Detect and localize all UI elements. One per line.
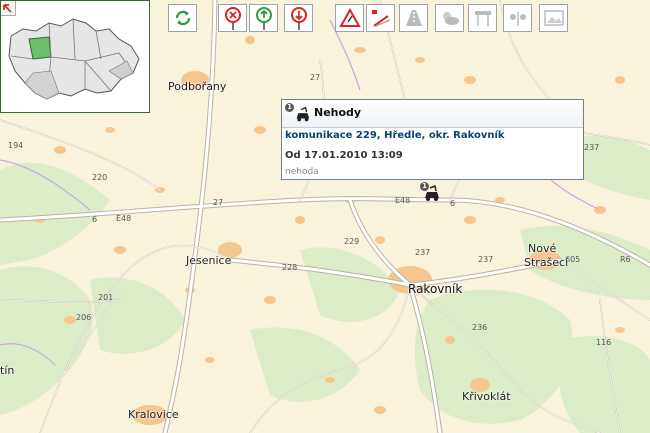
road-label-6-west: 6 — [92, 215, 97, 224]
collapse-arrow-icon — [3, 4, 12, 13]
road-label-r6: R6 — [620, 255, 631, 264]
town-label-jesenice: Jesenice — [186, 254, 232, 267]
warning-layer-button[interactable] — [335, 4, 364, 32]
restriction-marker-icon — [290, 7, 307, 30]
info-layer-button[interactable] — [249, 4, 278, 32]
warning-sign-icon — [338, 8, 361, 27]
road-label-228: 228 — [282, 263, 297, 272]
town-label-nove: Nové — [528, 242, 557, 255]
road-label-237c: 237 — [415, 248, 430, 257]
camera-image-icon — [543, 10, 564, 26]
town-label-podborany: Podbořany — [168, 80, 227, 93]
selected-region[interactable] — [28, 36, 52, 60]
town-label-kralovice: Kralovice — [128, 408, 179, 421]
info-marker-icon — [255, 7, 272, 30]
town-label-straseci: Strašecí — [524, 256, 569, 269]
town-label-rakovnik: Rakovník — [408, 282, 463, 296]
road-label-201: 201 — [98, 293, 113, 302]
road-condition-layer-button[interactable] — [399, 4, 428, 32]
roadwork-icon — [371, 10, 390, 27]
road-label-116: 116 — [596, 338, 611, 347]
popup-header: 1 Nehody — [282, 100, 583, 128]
accident-icon — [296, 106, 310, 122]
road-label-6-east: 6 — [450, 199, 455, 208]
road-condition-icon — [405, 10, 422, 26]
town-label-tin: tín — [0, 364, 15, 377]
road-label-e48-east: E48 — [395, 196, 410, 205]
incident-popup[interactable]: 1 Nehody komunikace 229, Hředle, okr. Ra… — [281, 99, 584, 180]
road-label-236: 236 — [472, 323, 487, 332]
refresh-button[interactable] — [168, 4, 197, 32]
road-label-237a: 237 — [478, 255, 493, 264]
overview-map[interactable] — [0, 0, 150, 113]
weather-layer-button[interactable] — [435, 4, 464, 32]
road-label-27b: 27 — [310, 73, 320, 82]
road-label-229: 229 — [344, 237, 359, 246]
town-label-krivoklat: Křivoklát — [462, 390, 511, 403]
marker-count-badge: 1 — [420, 182, 429, 191]
closure-marker-icon — [224, 7, 241, 30]
camera-layer-button[interactable] — [539, 4, 568, 32]
weather-icon — [442, 12, 459, 25]
popup-title: Nehody — [314, 106, 362, 119]
collapse-overview-button[interactable] — [1, 1, 16, 16]
refresh-icon — [175, 10, 190, 26]
road-label-e48-west: E48 — [116, 214, 131, 223]
popup-date: Od 17.01.2010 13:09 — [285, 150, 403, 161]
road-label-27: 27 — [213, 198, 223, 207]
traffic-sign-layer-button[interactable] — [468, 4, 497, 32]
roadwork-layer-button[interactable] — [366, 4, 395, 32]
accident-marker[interactable]: 1 — [420, 182, 442, 204]
road-label-220: 220 — [92, 173, 107, 182]
road-label-206: 206 — [76, 313, 91, 322]
czech-regions-map[interactable] — [1, 1, 149, 112]
popup-road-location: komunikace 229, Hředle, okr. Rakovník — [285, 130, 505, 141]
traffic-sign-icon — [474, 11, 491, 26]
wind-layer-button[interactable] — [503, 4, 532, 32]
closure-layer-button[interactable] — [218, 4, 247, 32]
wind-icon — [509, 12, 526, 26]
road-label-194: 194 — [8, 141, 23, 150]
road-label-237b: 237 — [584, 143, 599, 152]
restriction-layer-button[interactable] — [284, 4, 313, 32]
popup-incident-type: nehoda — [285, 167, 319, 177]
